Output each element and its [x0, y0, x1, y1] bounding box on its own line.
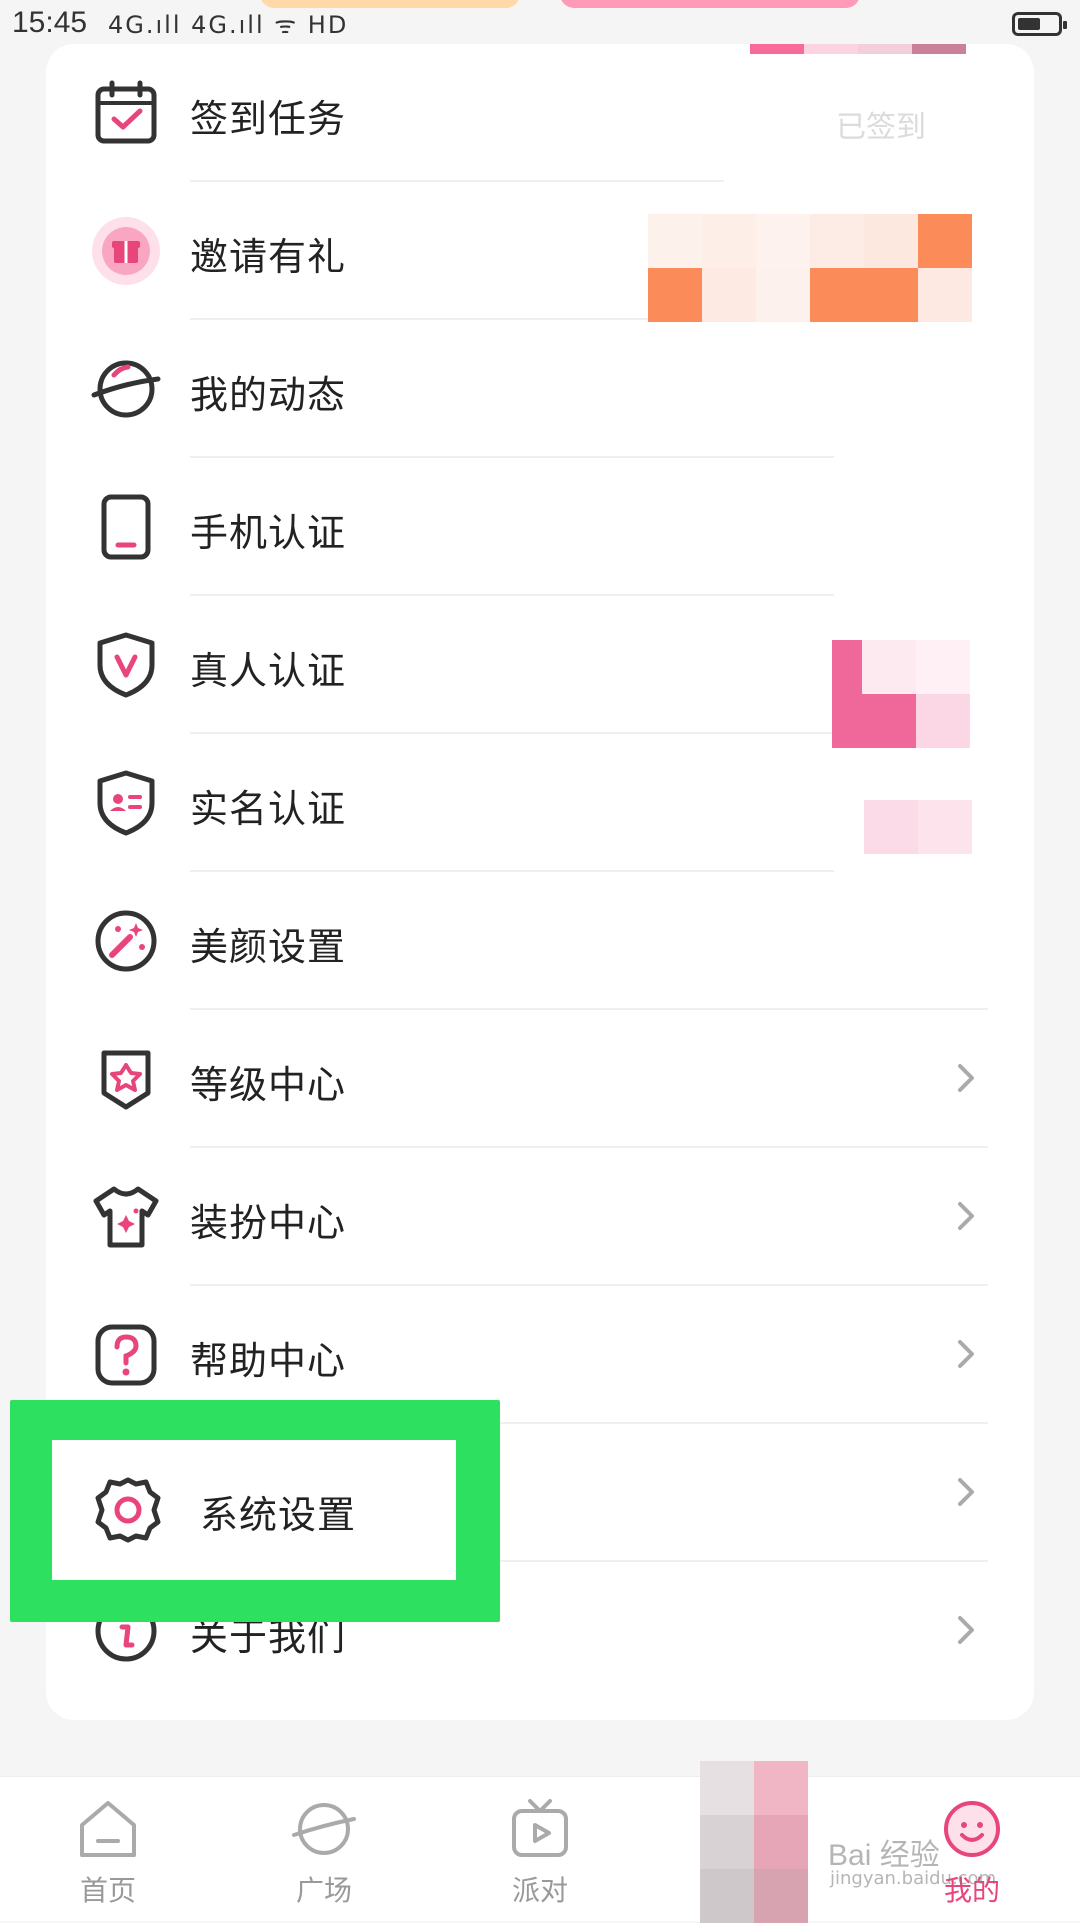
checkin-status: 已签到 [836, 110, 926, 145]
menu-item-system-settings[interactable]: 系统设置 [52, 1440, 456, 1580]
background-banner [260, 0, 520, 8]
redacted-mosaic [832, 640, 1032, 748]
menu-item-level-center[interactable]: 等级中心 [46, 1010, 1034, 1148]
planet-icon [292, 1797, 356, 1861]
nav-party[interactable]: 派对 [470, 1797, 610, 1917]
tv-play-icon [508, 1797, 572, 1861]
redacted-mosaic [864, 800, 984, 854]
chevron-right-icon [946, 1058, 986, 1098]
nav-party-label: 派对 [511, 1874, 568, 1907]
battery-icon [1012, 12, 1067, 36]
menu-item-label: 等级中心 [190, 1063, 347, 1107]
planet-icon [90, 353, 162, 425]
shield-v-icon [90, 629, 162, 701]
menu-item-phone-verify[interactable]: 手机认证 [46, 458, 1034, 596]
menu-item-label: 我的动态 [190, 373, 347, 417]
menu-item-checkin[interactable]: 签到任务 已签到 [46, 44, 1034, 182]
gear-icon [92, 1474, 164, 1546]
menu-item-label: 真人认证 [190, 649, 347, 693]
nav-home[interactable]: 首页 [38, 1797, 178, 1917]
calendar-check-icon [90, 77, 162, 149]
redacted-mosaic [750, 44, 1034, 54]
menu-item-dressup-center[interactable]: 装扮中心 [46, 1148, 1034, 1286]
signal-icons: 4G.ıll 4G.ıll ᯤ HD [108, 11, 349, 39]
nav-square-label: 广场 [295, 1874, 352, 1907]
watermark-url: jingyan.baidu.com [830, 1868, 997, 1889]
phone-icon [90, 491, 162, 563]
menu-item-beauty-settings[interactable]: 美颜设置 [46, 872, 1034, 1010]
beauty-wand-icon [90, 905, 162, 977]
status-time: 15:45 [12, 6, 88, 39]
redacted-mosaic [700, 1761, 810, 1923]
level-badge-icon [90, 1043, 162, 1115]
chevron-right-icon [946, 1472, 986, 1512]
redacted-mosaic [648, 214, 1034, 322]
menu-item-label: 手机认证 [190, 511, 347, 555]
menu-item-moments[interactable]: 我的动态 [46, 320, 1034, 458]
menu-item-label: 实名认证 [190, 787, 347, 831]
help-icon [90, 1319, 162, 1391]
menu-item-label: 装扮中心 [190, 1201, 347, 1245]
shield-id-icon [90, 767, 162, 839]
menu-item-label: 系统设置 [200, 1493, 357, 1537]
chevron-right-icon [946, 1196, 986, 1236]
nav-home-label: 首页 [79, 1874, 136, 1907]
chevron-right-icon [946, 1610, 986, 1650]
home-icon [76, 1797, 140, 1861]
gift-icon [90, 215, 162, 287]
smiley-face-icon [940, 1797, 1004, 1861]
menu-item-label: 邀请有礼 [190, 235, 347, 279]
nav-square[interactable]: 广场 [254, 1797, 394, 1917]
background-banner [560, 0, 860, 8]
shirt-icon [90, 1181, 162, 1253]
highlight-box: 系统设置 [10, 1400, 500, 1622]
menu-item-label: 签到任务 [190, 97, 347, 141]
menu-item-label: 美颜设置 [190, 925, 347, 969]
chevron-right-icon [946, 1334, 986, 1374]
menu-item-label: 帮助中心 [190, 1339, 347, 1383]
